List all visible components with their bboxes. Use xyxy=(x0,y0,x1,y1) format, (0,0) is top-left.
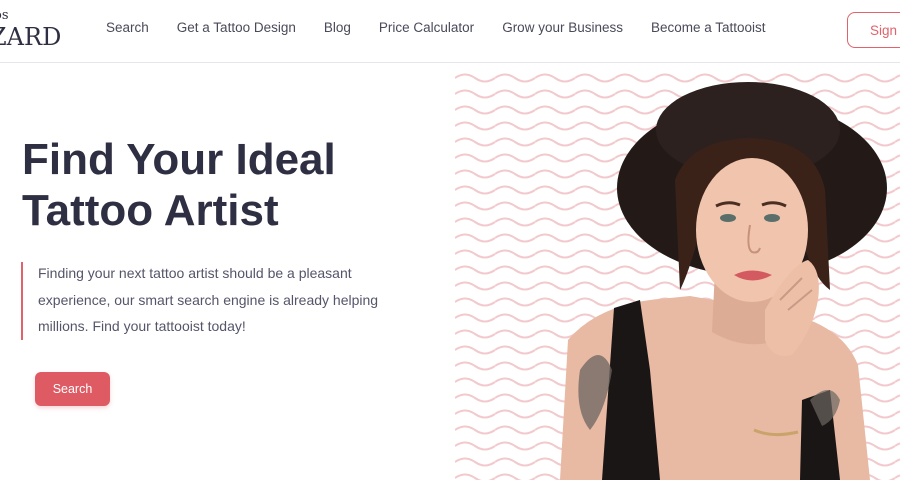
logo-text-top: os xyxy=(0,8,9,23)
hero-search-button[interactable]: Search xyxy=(35,372,110,406)
hero-description: Finding your next tattoo artist should b… xyxy=(38,265,379,334)
hero-title: Find Your Ideal Tattoo Artist xyxy=(22,135,336,235)
main-nav: Search Get a Tattoo Design Blog Price Ca… xyxy=(106,20,766,35)
nav-get-tattoo-design[interactable]: Get a Tattoo Design xyxy=(177,20,296,35)
hero-description-block: Finding your next tattoo artist should b… xyxy=(21,262,391,340)
sign-in-button[interactable]: Sign I xyxy=(847,12,900,48)
nav-search[interactable]: Search xyxy=(106,20,149,35)
nav-grow-your-business[interactable]: Grow your Business xyxy=(502,20,623,35)
site-logo[interactable]: os ZARD xyxy=(0,6,64,52)
nav-price-calculator[interactable]: Price Calculator xyxy=(379,20,474,35)
woman-with-black-hat-photo xyxy=(560,82,887,480)
nav-become-tattooist[interactable]: Become a Tattooist xyxy=(651,20,766,35)
logo-text-main: ZARD xyxy=(0,23,62,51)
nav-blog[interactable]: Blog xyxy=(324,20,351,35)
site-header: os ZARD Search Get a Tattoo Design Blog … xyxy=(0,0,900,63)
